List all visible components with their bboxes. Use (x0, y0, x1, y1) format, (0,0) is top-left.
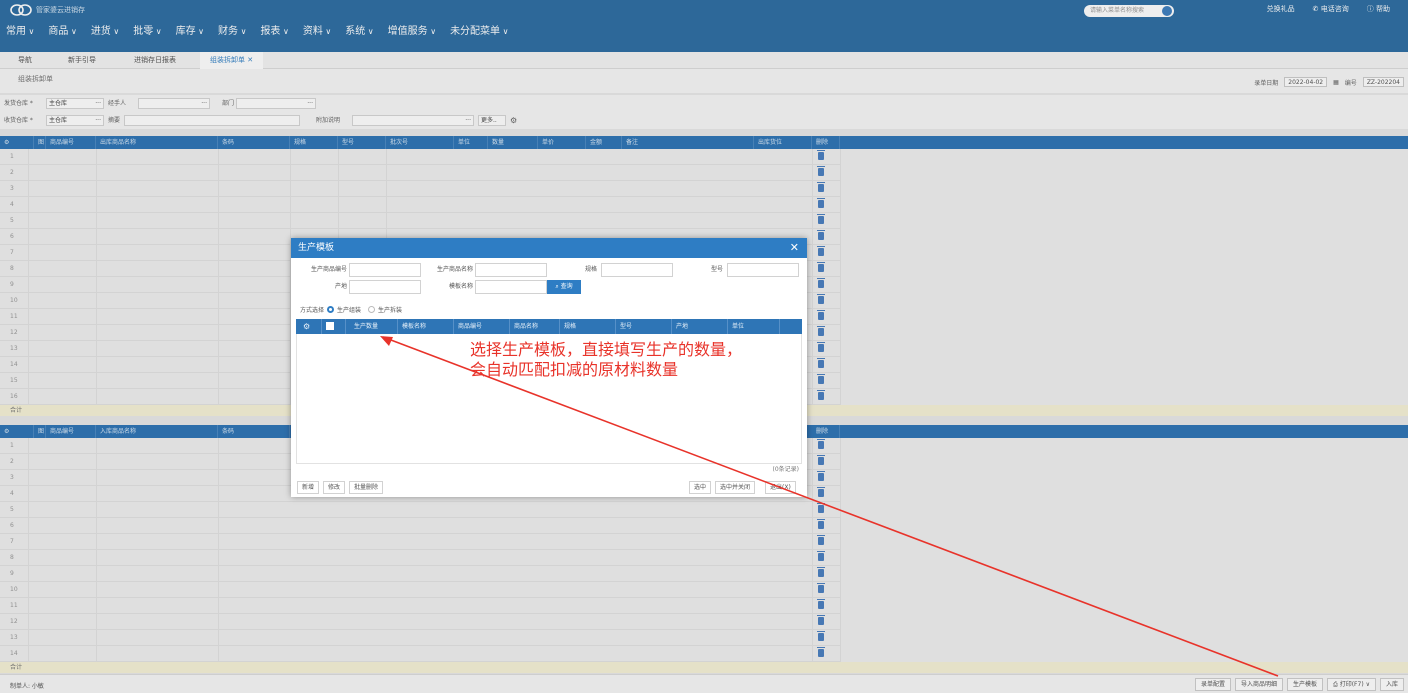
annotation-arrow (380, 336, 1279, 677)
